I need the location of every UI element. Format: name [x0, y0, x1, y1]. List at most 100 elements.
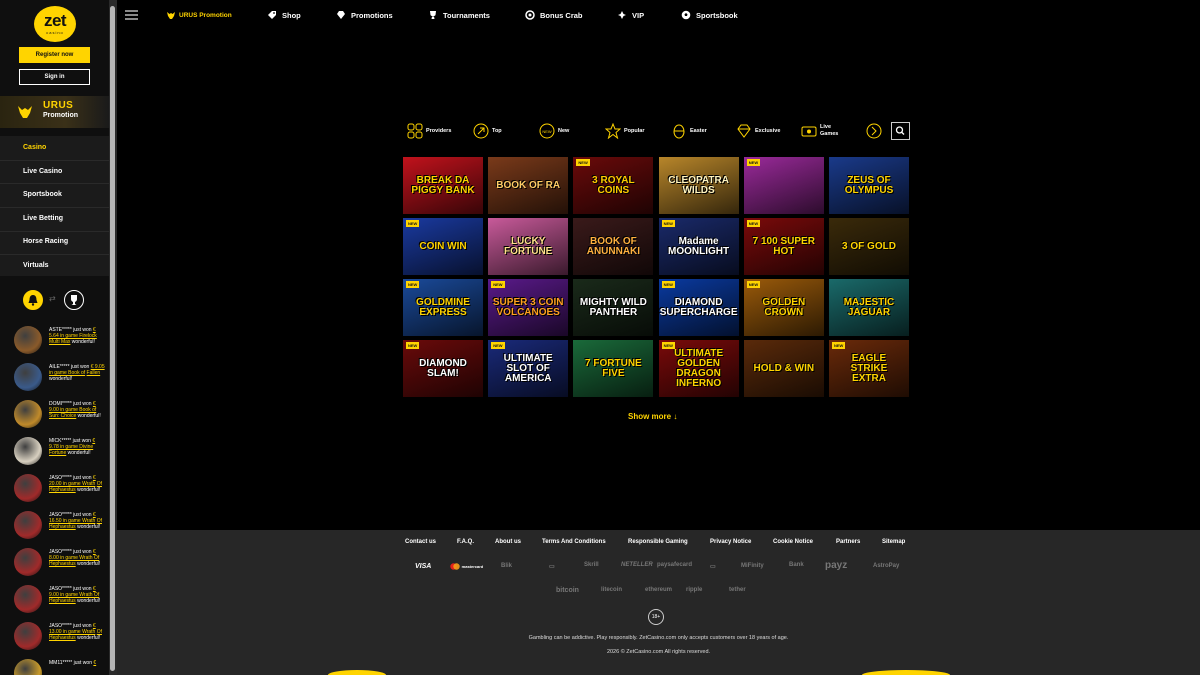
game-tile[interactable]: ULTIMATE GOLDEN DRAGON INFERNO NEW: [658, 340, 739, 397]
game-tile[interactable]: ZEUS OF OLYMPUS: [829, 157, 909, 214]
nav-bonus-crab[interactable]: Bonus Crab: [540, 11, 583, 20]
new-badge: NEW: [832, 342, 846, 349]
game-tile[interactable]: Madame MOONLIGHT NEW: [658, 218, 739, 275]
divider: [0, 160, 109, 161]
win-amount[interactable]: €: [93, 660, 96, 666]
bull-icon: [167, 12, 175, 19]
game-tile[interactable]: 7 FORTUNE FIVE: [573, 340, 654, 397]
win-feed-item[interactable]: JASO***** just won € 20.00 in game Wrath…: [0, 470, 109, 504]
footer-link-terms[interactable]: Terms And Conditions: [542, 539, 606, 545]
game-tile[interactable]: COIN WIN NEW: [403, 218, 483, 275]
sidebar-item-virtuals[interactable]: Virtuals: [23, 262, 49, 269]
signin-button[interactable]: Sign in: [19, 69, 90, 85]
game-tile[interactable]: MAJESTIC JAGUAR: [829, 279, 909, 336]
new-icon: NEW: [539, 123, 555, 139]
show-more-button[interactable]: Show more ↓: [628, 412, 677, 421]
win-game-link[interactable]: Sun: Choice: [49, 413, 76, 419]
game-tile[interactable]: MIGHTY WILD PANTHER: [573, 279, 654, 336]
sidebar-item-live-casino[interactable]: Live Casino: [23, 168, 62, 175]
new-badge: NEW: [406, 220, 420, 227]
win-game-link[interactable]: Hephaestus: [49, 561, 76, 567]
game-tile[interactable]: 7 100 SUPER HOT NEW: [743, 218, 824, 275]
nav-shop[interactable]: Shop: [282, 11, 301, 20]
sidebar-item-live-betting[interactable]: Live Betting: [23, 215, 63, 222]
game-tile[interactable]: EAGLE STRIKE EXTRA NEW: [829, 340, 909, 397]
game-tile[interactable]: 3 ROYAL COINS NEW: [573, 157, 654, 214]
game-tile[interactable]: BREAK DA PIGGY BANK: [403, 157, 483, 214]
win-feed-item[interactable]: JASO***** just won € 16.50 in game Wrath…: [0, 507, 109, 541]
glow-decoration: [862, 670, 950, 675]
game-tile[interactable]: SUPER 3 COIN VOLCANOES NEW: [488, 279, 569, 336]
nav-urus-promotion[interactable]: URUS Promotion: [179, 12, 232, 19]
sidebar-scroll-thumb[interactable]: [110, 6, 115, 671]
game-title: 7 FORTUNE FIVE: [585, 357, 642, 379]
footer-link-faq[interactable]: F.A.Q.: [457, 539, 474, 545]
more-categories-icon: [866, 123, 882, 139]
game-tile[interactable]: GOLDMINE EXPRESS NEW: [403, 279, 483, 336]
urus-title: URUS: [43, 100, 74, 111]
new-badge: NEW: [576, 159, 590, 166]
game-thumbnail: [14, 474, 42, 502]
zet-logo[interactable]: zet casino: [34, 6, 76, 42]
game-tile[interactable]: NEW: [743, 157, 824, 214]
win-game-link[interactable]: Multi Max: [49, 339, 70, 345]
urus-promotion-banner[interactable]: URUS Promotion: [0, 96, 109, 128]
neteller-logo: NETELLER: [621, 562, 653, 568]
game-tile[interactable]: ULTIMATE SLOT OF AMERICA NEW: [488, 340, 569, 397]
skrill-logo: Skrill: [584, 562, 599, 568]
game-title: LUCKY FORTUNE: [504, 235, 553, 257]
search-button[interactable]: [891, 122, 910, 140]
nav-vip[interactable]: VIP: [632, 11, 644, 20]
game-tile[interactable]: 3 OF GOLD: [829, 218, 909, 275]
tab-live-games-label-1: Live: [820, 124, 832, 130]
win-feed-item[interactable]: MICK***** just won € 9.78 in game Divine…: [0, 433, 109, 467]
footer-link-sitemap[interactable]: Sitemap: [882, 539, 905, 545]
win-feed-text: JASO***** just won € 20.00 in game Wrath…: [49, 475, 105, 493]
win-feed-item[interactable]: AILE***** just won € 9.05 in game Book o…: [0, 359, 109, 393]
game-tile[interactable]: DIAMOND SLAM! NEW: [403, 340, 483, 397]
win-feed-item[interactable]: ASTE***** just won € 5.64 in game Firelo…: [0, 322, 109, 356]
menu-icon[interactable]: [125, 10, 138, 21]
win-game-link[interactable]: Fallen: [87, 370, 101, 376]
copyright: 2026 © ZetCasino.com All rights reserved…: [606, 649, 711, 655]
game-tile[interactable]: BOOK OF ANUNNAKI: [573, 218, 654, 275]
win-feed-item[interactable]: JASO***** just won € 9.00 in game Wrath …: [0, 581, 109, 615]
win-feed-text: JASO***** just won € 9.00 in game Wrath …: [49, 586, 105, 604]
win-feed-item[interactable]: MM11***** just won €: [0, 655, 109, 675]
win-tail: wonderful!: [49, 376, 73, 382]
win-feed-item[interactable]: JASO***** just won € 13.00 in game Wrath…: [0, 618, 109, 652]
crab-icon: [525, 10, 535, 20]
footer-link-about[interactable]: About us: [495, 539, 521, 545]
bitcoin-logo: bitcoin: [556, 587, 579, 594]
footer-link-privacy[interactable]: Privacy Notice: [710, 539, 751, 545]
game-tile[interactable]: HOLD & WIN: [743, 340, 824, 397]
win-game-link[interactable]: Hephaestus: [49, 598, 76, 604]
sidebar-item-horse-racing[interactable]: Horse Racing: [23, 238, 68, 245]
game-tile[interactable]: LUCKY FORTUNE: [488, 218, 569, 275]
nav-sportsbook[interactable]: Sportsbook: [696, 11, 738, 20]
win-feed-item[interactable]: DOMI***** just won € 9.00 in game Book o…: [0, 396, 109, 430]
register-button[interactable]: Register now: [19, 47, 90, 63]
win-feed-item[interactable]: JASO***** just won € 8.00 in game Wrath …: [0, 544, 109, 578]
game-tile[interactable]: GOLDEN CROWN NEW: [743, 279, 824, 336]
nav-tournaments[interactable]: Tournaments: [443, 11, 490, 20]
game-tile[interactable]: DIAMOND SUPERCHARGE NEW: [658, 279, 739, 336]
sidebar-item-casino[interactable]: Casino: [23, 144, 46, 151]
game-tile[interactable]: BOOK OF RA: [488, 157, 569, 214]
top-wins-toggle[interactable]: [64, 290, 84, 310]
game-tile[interactable]: CLEOPATRA WILDS: [658, 157, 739, 214]
blik-logo: Blik: [501, 563, 513, 569]
game-thumbnail: [14, 659, 42, 675]
sidebar-item-sportsbook[interactable]: Sportsbook: [23, 191, 62, 198]
nav-promotions[interactable]: Promotions: [351, 11, 393, 20]
footer-link-responsible-gaming[interactable]: Responsible Gaming: [628, 539, 688, 545]
win-tail: wonderful!: [77, 487, 101, 493]
providers-icon: [407, 123, 423, 139]
latest-wins-toggle[interactable]: [23, 290, 43, 310]
footer-link-cookie[interactable]: Cookie Notice: [773, 539, 813, 545]
footer-link-partners[interactable]: Partners: [836, 539, 860, 545]
new-badge: NEW: [661, 220, 675, 227]
glow-decoration: [328, 670, 386, 675]
footer-link-contact[interactable]: Contact us: [405, 539, 436, 545]
win-game-link[interactable]: Fortune: [49, 450, 66, 456]
